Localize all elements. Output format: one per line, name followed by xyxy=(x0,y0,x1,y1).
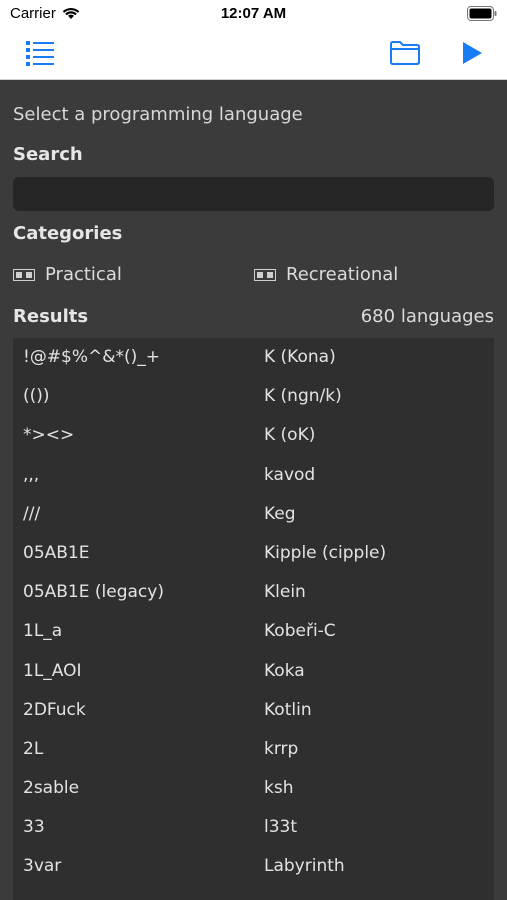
category-practical[interactable]: Practical xyxy=(13,264,122,285)
list-button[interactable] xyxy=(23,36,57,70)
categories-label: Categories xyxy=(13,223,123,244)
language-item[interactable]: l33t xyxy=(264,808,494,847)
language-item[interactable]: Keg xyxy=(264,495,494,534)
category-label-practical: Practical xyxy=(45,264,122,285)
language-item[interactable]: K (Kona) xyxy=(264,338,494,377)
navigation-bar xyxy=(0,28,507,80)
language-item[interactable]: ,,, xyxy=(23,456,253,495)
category-recreational[interactable]: Recreational xyxy=(254,264,398,285)
language-item[interactable]: 1L_AOI xyxy=(23,652,253,691)
language-item[interactable]: 33 xyxy=(23,808,253,847)
language-item[interactable]: 2sable xyxy=(23,769,253,808)
open-folder-button[interactable] xyxy=(388,36,422,70)
page-prompt: Select a programming language xyxy=(13,104,303,125)
language-item[interactable]: /// xyxy=(23,495,253,534)
language-item[interactable]: 05AB1E (legacy) xyxy=(23,573,253,612)
battery-icon xyxy=(467,6,497,21)
results-label: Results xyxy=(13,306,89,327)
language-item[interactable]: K (oK) xyxy=(264,416,494,455)
language-item[interactable]: !@#$%^&*()_+ xyxy=(23,338,253,377)
content-area: Select a programming language Search Cat… xyxy=(0,80,507,900)
run-button[interactable] xyxy=(455,36,489,70)
language-item[interactable]: krrp xyxy=(264,730,494,769)
clock: 12:07 AM xyxy=(220,5,287,22)
category-label-recreational: Recreational xyxy=(286,264,399,285)
language-item[interactable]: Labyrinth xyxy=(264,847,494,886)
language-item[interactable]: kavod xyxy=(264,456,494,495)
language-item[interactable]: K (ngn/k) xyxy=(264,377,494,416)
language-item[interactable]: 2DFuck xyxy=(23,691,253,730)
language-item[interactable]: 1L_a xyxy=(23,612,253,651)
language-item[interactable]: *><> xyxy=(23,416,253,455)
results-count: 680 languages xyxy=(360,306,494,327)
language-item[interactable]: (()) xyxy=(23,377,253,416)
search-input[interactable] xyxy=(13,177,494,211)
results-list: !@#$%^&*()_+ (()) *><> ,,, /// 05AB1E 05… xyxy=(13,338,494,900)
play-icon xyxy=(463,42,482,64)
language-item[interactable]: Koka xyxy=(264,652,494,691)
search-label: Search xyxy=(13,144,83,165)
status-bar: Carrier 12:07 AM xyxy=(0,0,507,28)
results-column-left: !@#$%^&*()_+ (()) *><> ,,, /// 05AB1E 05… xyxy=(23,338,253,887)
language-item[interactable]: Kobeři-C xyxy=(264,612,494,651)
folder-icon xyxy=(390,41,420,65)
results-column-right: K (Kona) K (ngn/k) K (oK) kavod Keg Kipp… xyxy=(264,338,494,887)
language-item[interactable]: 05AB1E xyxy=(23,534,253,573)
category-toggle-icon xyxy=(13,268,35,281)
language-item[interactable]: 3var xyxy=(23,847,253,886)
language-item[interactable]: Kipple (cipple) xyxy=(264,534,494,573)
language-item[interactable]: 2L xyxy=(23,730,253,769)
category-toggle-icon xyxy=(254,268,276,281)
language-item[interactable]: Klein xyxy=(264,573,494,612)
language-item[interactable]: ksh xyxy=(264,769,494,808)
list-icon xyxy=(26,41,54,66)
language-item[interactable]: Kotlin xyxy=(264,691,494,730)
